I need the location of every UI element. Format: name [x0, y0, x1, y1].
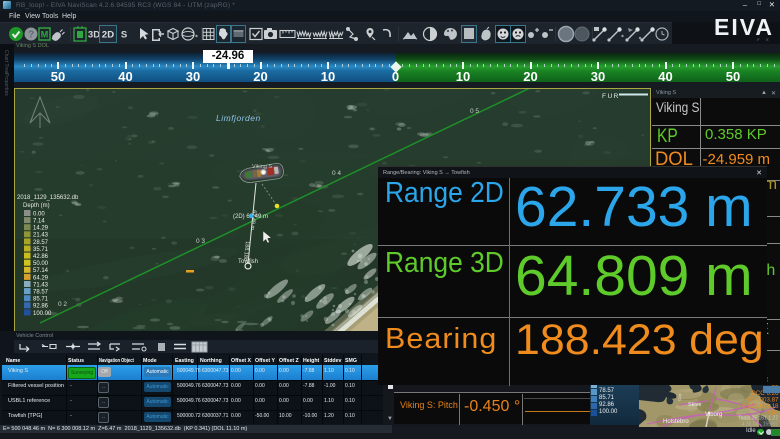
svg-text:71.43: 71.43: [33, 282, 49, 288]
svg-text:Limfjorden: Limfjorden: [216, 113, 261, 123]
svg-text:85.71: 85.71: [33, 297, 49, 303]
svg-text:S: S: [121, 30, 127, 41]
svg-text:57.14: 57.14: [33, 268, 49, 274]
svg-text:92.86: 92.86: [33, 304, 49, 310]
svg-text:2D: 2D: [102, 30, 114, 41]
svg-text:64.29: 64.29: [33, 275, 49, 281]
svg-text:0.00: 0.00: [33, 211, 45, 217]
svg-text:Gre: Gre: [677, 393, 682, 401]
svg-text:M: M: [41, 30, 49, 40]
svg-text:7.14: 7.14: [33, 219, 45, 225]
svg-text:21.43: 21.43: [33, 233, 49, 239]
svg-text:FUR: FUR: [602, 93, 620, 100]
svg-text:0 4: 0 4: [332, 170, 341, 177]
svg-text:35.71: 35.71: [33, 247, 49, 253]
svg-text:14.29: 14.29: [33, 226, 49, 232]
svg-text:Depth (m): Depth (m): [23, 203, 50, 209]
svg-text:28.57: 28.57: [33, 240, 49, 246]
svg-text:100.00: 100.00: [33, 311, 52, 317]
svg-text:3D: 3D: [88, 30, 100, 41]
svg-text:2018_1129_135632.db: 2018_1129_135632.db: [17, 195, 79, 201]
svg-text:0 2: 0 2: [58, 301, 67, 308]
svg-text:42.86: 42.86: [33, 254, 49, 260]
svg-text:Skive: Skive: [688, 402, 701, 408]
svg-text:0 3: 0 3: [196, 238, 205, 245]
svg-text:Viborg: Viborg: [705, 412, 722, 418]
svg-text:78.57: 78.57: [33, 290, 49, 296]
svg-text:Viking S: Viking S: [252, 164, 272, 170]
svg-text:Holstebro: Holstebro: [663, 419, 689, 425]
svg-text:50.00: 50.00: [33, 261, 49, 267]
svg-text:Towfish: Towfish: [238, 259, 258, 265]
svg-text:0 5: 0 5: [470, 108, 479, 115]
svg-text:?: ?: [28, 30, 34, 41]
